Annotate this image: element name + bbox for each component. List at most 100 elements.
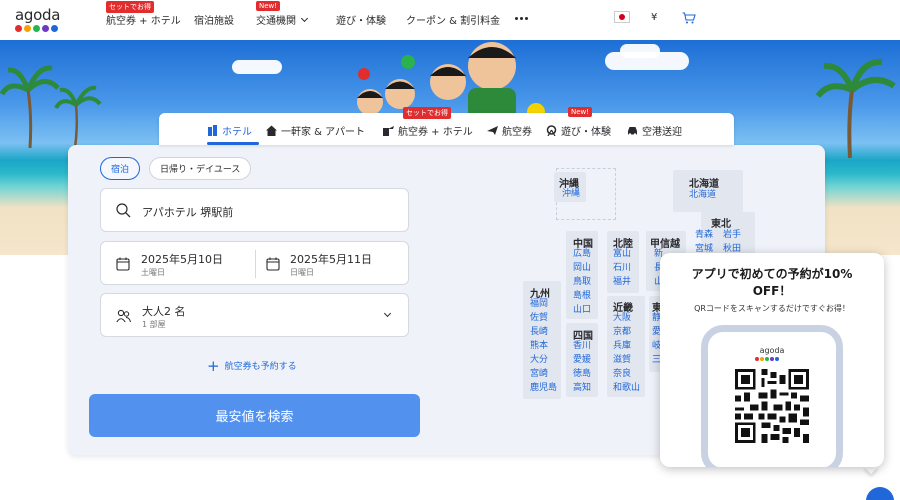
- chevron-down-icon: [383, 309, 392, 318]
- product-tabs: ホテル 一軒家 & アパート セットでお得 航空券 + ホテル 航空券 New!…: [159, 107, 734, 145]
- building-icon: [208, 125, 217, 136]
- city-link[interactable]: 岡山: [573, 262, 591, 274]
- checkin-date: 2025年5月10日: [141, 253, 223, 266]
- checkin-weekday: 土曜日: [141, 268, 165, 277]
- airplane-icon: [487, 126, 498, 135]
- logo-text: agoda: [15, 6, 61, 24]
- house-icon: [266, 125, 277, 136]
- promo-title: アプリで初めての予約が10% OFF！: [660, 266, 884, 300]
- flight-hotel-icon: [383, 126, 394, 136]
- guests-rooms: 1 部屋: [142, 320, 166, 329]
- city-link[interactable]: 熊本: [530, 340, 548, 352]
- qr-code-image[interactable]: [735, 369, 809, 443]
- tab-flights[interactable]: 航空券: [487, 123, 532, 138]
- ferris-wheel-icon: [546, 125, 557, 136]
- city-link[interactable]: 広島: [573, 248, 591, 260]
- car-icon: [628, 127, 637, 136]
- cloud-decoration: [232, 60, 282, 74]
- palm-tree-illustration: [815, 58, 896, 159]
- calendar-icon: [266, 257, 280, 271]
- destination-field[interactable]: アパホテル 堺駅前: [100, 188, 409, 232]
- city-link[interactable]: 福岡: [530, 298, 548, 310]
- city-link[interactable]: 福井: [613, 276, 631, 288]
- city-link[interactable]: 山口: [573, 304, 591, 316]
- checkout-weekday: 日曜日: [290, 268, 314, 277]
- chat-support-button[interactable]: [866, 487, 894, 500]
- city-link[interactable]: 京都: [613, 326, 631, 338]
- stay-type-dayuse[interactable]: 日帰り・デイユース: [149, 157, 252, 180]
- tab-flight-hotel[interactable]: セットでお得 航空券 + ホテル: [383, 107, 473, 138]
- city-link[interactable]: 鳥取: [573, 276, 591, 288]
- city-link[interactable]: 大阪: [613, 312, 631, 324]
- tab-label: 遊び・体験: [561, 127, 611, 138]
- add-flight-link[interactable]: + 航空券も予約する: [207, 356, 297, 375]
- top-navigation: agoda セットでお得 航空券 + ホテル 宿泊施設 New! 交通機関 遊び…: [0, 0, 900, 40]
- city-link[interactable]: 石川: [613, 262, 631, 274]
- japan-flag-icon[interactable]: [614, 11, 630, 23]
- city-link[interactable]: 青森: [695, 229, 713, 241]
- city-link[interactable]: 愛媛: [573, 354, 591, 366]
- nav-item-label: 航空券 + ホテル: [106, 16, 181, 27]
- promo-subtitle: QRコードをスキャンするだけですぐお得！: [694, 304, 850, 313]
- destination-value: アパホテル 堺駅前: [142, 206, 234, 219]
- tab-airport-transfer[interactable]: 空港送迎: [627, 123, 682, 138]
- city-link[interactable]: 富山: [613, 248, 631, 260]
- nav-item-accommodation[interactable]: 宿泊施設: [194, 12, 234, 27]
- palm-tree-illustration: [0, 65, 102, 149]
- cloud-decoration: [620, 44, 660, 58]
- city-link[interactable]: 高知: [573, 382, 591, 394]
- promo-title-line2: OFF！: [752, 284, 792, 298]
- agoda-logo[interactable]: agoda: [15, 6, 75, 34]
- city-link[interactable]: 佐賀: [530, 312, 548, 324]
- city-link[interactable]: 北海道: [689, 189, 716, 201]
- nav-item-flight-hotel[interactable]: セットでお得 航空券 + ホテル: [106, 1, 181, 27]
- calendar-icon: [116, 257, 130, 271]
- checkin-field[interactable]: 2025年5月10日 土曜日: [101, 242, 255, 286]
- nav-item-label: 宿泊施設: [194, 16, 234, 27]
- plus-icon: +: [207, 356, 220, 375]
- city-link[interactable]: 兵庫: [613, 340, 631, 352]
- city-link[interactable]: 大分: [530, 354, 548, 366]
- city-link[interactable]: 香川: [573, 340, 591, 352]
- logo-dots: [15, 25, 75, 32]
- date-range-field: 2025年5月10日 土曜日 2025年5月11日 日曜日: [100, 241, 409, 285]
- city-link[interactable]: 長崎: [530, 326, 548, 338]
- tab-label: 空港送迎: [642, 127, 682, 138]
- tab-activities[interactable]: New! 遊び・体験: [546, 107, 611, 138]
- search-button[interactable]: 最安値を検索: [89, 394, 420, 437]
- region-title-tohoku: 東北: [711, 219, 731, 230]
- city-link[interactable]: 沖縄: [562, 188, 580, 200]
- city-link[interactable]: 鹿児島: [530, 382, 557, 394]
- tab-hotel[interactable]: ホテル: [207, 123, 252, 138]
- nav-item-coupons[interactable]: クーポン & 割引料金: [406, 12, 500, 27]
- currency-selector[interactable]: ¥: [651, 12, 657, 23]
- city-link[interactable]: 宮崎: [530, 368, 548, 380]
- city-link[interactable]: 島根: [573, 290, 591, 302]
- active-tab-indicator: [207, 142, 259, 145]
- add-flight-label: 航空券も予約する: [224, 362, 297, 372]
- city-link[interactable]: 徳島: [573, 368, 591, 380]
- guests-field[interactable]: 大人2 名 1 部屋: [100, 293, 409, 337]
- cart-icon[interactable]: [682, 12, 696, 24]
- phone-frame: agoda: [701, 325, 843, 467]
- checkout-date: 2025年5月11日: [290, 253, 372, 266]
- city-link[interactable]: 岩手: [723, 229, 741, 241]
- city-link[interactable]: 滋賀: [613, 354, 631, 366]
- more-icon[interactable]: [515, 17, 528, 20]
- city-link[interactable]: 和歌山: [613, 382, 640, 394]
- phone-logo-text: agoda: [759, 346, 785, 355]
- stay-type-overnight[interactable]: 宿泊: [100, 157, 141, 180]
- tab-label: 航空券 + ホテル: [398, 127, 473, 138]
- search-icon: [116, 203, 131, 218]
- nav-item-activities[interactable]: 遊び・体験: [336, 12, 386, 27]
- guests-adults: 大人2 名: [142, 305, 186, 318]
- phone-logo-dots: [755, 357, 779, 361]
- tab-house-apartment[interactable]: 一軒家 & アパート: [266, 123, 365, 138]
- checkout-field[interactable]: 2025年5月11日 日曜日: [256, 242, 410, 286]
- city-link[interactable]: 奈良: [613, 368, 631, 380]
- tab-label: ホテル: [222, 127, 252, 138]
- promo-title-line1: アプリで初めての予約が10%: [691, 267, 853, 281]
- tab-badge-deal: セットでお得: [403, 107, 451, 119]
- nav-item-transport[interactable]: New! 交通機関: [256, 1, 309, 27]
- region-title-hokkaido: 北海道: [689, 179, 719, 190]
